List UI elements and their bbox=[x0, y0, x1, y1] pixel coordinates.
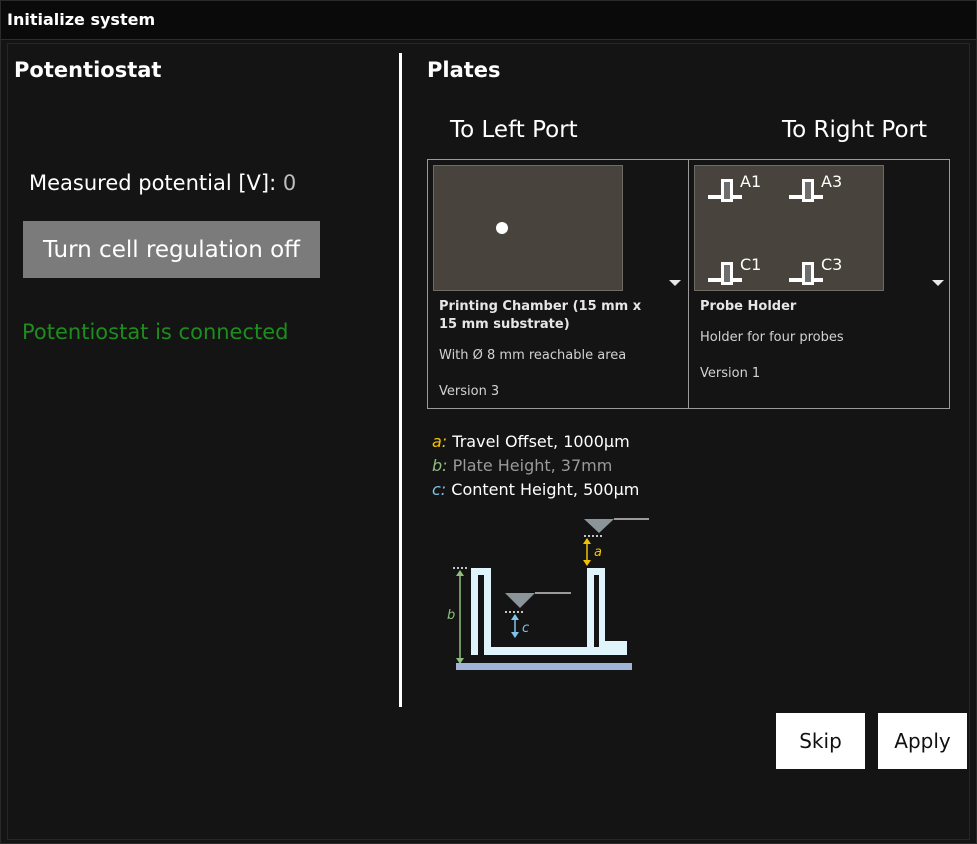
title-bar: Initialize system bbox=[1, 1, 976, 40]
section-divider bbox=[399, 53, 402, 707]
probe-label: A3 bbox=[821, 172, 843, 191]
left-port-label: To Left Port bbox=[450, 117, 578, 143]
measured-potential: Measured potential [V]: 0 bbox=[29, 171, 296, 195]
upper-probe-tip bbox=[584, 519, 614, 533]
label-b: b bbox=[447, 608, 455, 623]
right-plate-version: Version 1 bbox=[700, 366, 761, 381]
legend-key: c: bbox=[432, 480, 447, 499]
probe-label: C1 bbox=[740, 255, 762, 274]
label-c: c bbox=[522, 621, 529, 636]
plate-dimensions-diagram: a b c bbox=[447, 518, 649, 670]
left-plate-name: Printing Chamber (15 mm x 15 mm substrat… bbox=[439, 299, 642, 332]
lower-probe-tip bbox=[505, 593, 535, 608]
probe-icon bbox=[789, 262, 823, 285]
measured-potential-label: Measured potential [V]: bbox=[29, 171, 283, 195]
skip-button[interactable]: Skip bbox=[776, 713, 865, 769]
legend-text: Content Height, 500µm bbox=[451, 480, 640, 499]
legend-content-height: c: Content Height, 500µm bbox=[432, 480, 639, 499]
measured-potential-value: 0 bbox=[282, 171, 297, 195]
potentiostat-heading: Potentiostat bbox=[14, 58, 162, 82]
right-plate-description: Holder for four probes bbox=[700, 330, 844, 345]
probe-a1: A1 bbox=[708, 172, 761, 206]
legend-key: a: bbox=[432, 432, 448, 451]
right-plate-name: Probe Holder bbox=[700, 299, 797, 314]
potentiostat-status: Potentiostat is connected bbox=[22, 320, 289, 344]
window-title: Initialize system bbox=[7, 10, 156, 29]
probe-icon bbox=[708, 179, 742, 202]
printing-chamber-preview bbox=[433, 165, 623, 291]
probe-a3: A3 bbox=[789, 172, 842, 206]
right-port-label: To Right Port bbox=[782, 117, 927, 143]
turn-cell-regulation-off-button[interactable]: Turn cell regulation off bbox=[23, 221, 320, 278]
plates-heading: Plates bbox=[427, 58, 501, 82]
legend-text: Plate Height, 37mm bbox=[452, 456, 613, 475]
chevron-down-icon[interactable] bbox=[669, 280, 681, 286]
probe-label: C3 bbox=[821, 255, 843, 274]
legend-text: Travel Offset, 1000µm bbox=[452, 432, 630, 451]
left-plate-version: Version 3 bbox=[439, 384, 500, 399]
probe-label: A1 bbox=[740, 172, 762, 191]
label-a: a bbox=[594, 545, 602, 560]
reachable-area-dot bbox=[496, 222, 508, 234]
probe-c3: C3 bbox=[789, 255, 842, 289]
initialize-system-window: Initialize system Potentiostat Measured … bbox=[0, 0, 977, 844]
apply-button[interactable]: Apply bbox=[878, 713, 967, 769]
chevron-down-icon[interactable] bbox=[932, 280, 944, 286]
legend-key: b: bbox=[432, 456, 448, 475]
probe-c1: C1 bbox=[708, 255, 761, 289]
legend-travel-offset: a: Travel Offset, 1000µm bbox=[432, 432, 630, 451]
probe-holder-preview: A1 A3 C1 C3 bbox=[694, 165, 884, 291]
probe-icon bbox=[789, 179, 823, 202]
left-plate-description: With Ø 8 mm reachable area bbox=[439, 348, 627, 363]
plate-outline bbox=[471, 568, 627, 655]
plate-base bbox=[456, 663, 632, 670]
legend-plate-height: b: Plate Height, 37mm bbox=[432, 456, 612, 475]
probe-icon bbox=[708, 262, 742, 285]
right-port-plate-selector[interactable]: A1 A3 C1 C3 Probe Holder Holder for four… bbox=[688, 159, 950, 409]
left-port-plate-selector[interactable]: Printing Chamber (15 mm x 15 mm substrat… bbox=[427, 159, 689, 409]
